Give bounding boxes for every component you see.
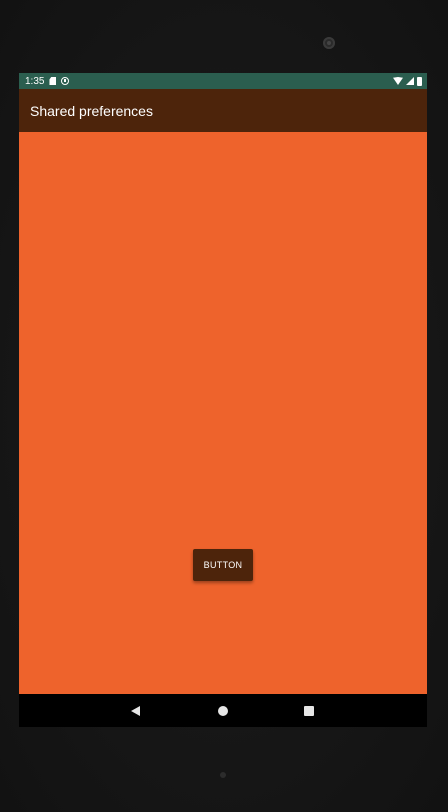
navigation-bar bbox=[19, 694, 427, 727]
signal-icon bbox=[406, 77, 414, 85]
wifi-icon bbox=[393, 77, 403, 85]
main-content: BUTTON bbox=[19, 132, 427, 694]
sd-card-icon bbox=[49, 77, 57, 85]
app-title: Shared preferences bbox=[30, 102, 153, 119]
nav-back-button[interactable] bbox=[115, 694, 155, 727]
status-time: 1:35 bbox=[25, 75, 45, 87]
front-camera bbox=[323, 37, 335, 49]
device-frame: 1:35 Shared preferences BUTTON bbox=[0, 0, 448, 812]
sync-icon bbox=[61, 77, 70, 85]
app-bar: Shared preferences bbox=[19, 89, 427, 132]
nav-recents-button[interactable] bbox=[289, 694, 329, 727]
main-button[interactable]: BUTTON bbox=[193, 549, 253, 581]
recents-icon bbox=[304, 705, 314, 716]
status-right-icons bbox=[393, 76, 422, 86]
status-bar: 1:35 bbox=[19, 73, 427, 89]
back-icon bbox=[130, 705, 140, 716]
screen: 1:35 Shared preferences BUTTON bbox=[19, 73, 427, 727]
battery-icon bbox=[417, 76, 422, 86]
nav-home-button[interactable] bbox=[203, 694, 243, 727]
bottom-sensor bbox=[220, 772, 226, 778]
home-icon bbox=[218, 705, 228, 716]
